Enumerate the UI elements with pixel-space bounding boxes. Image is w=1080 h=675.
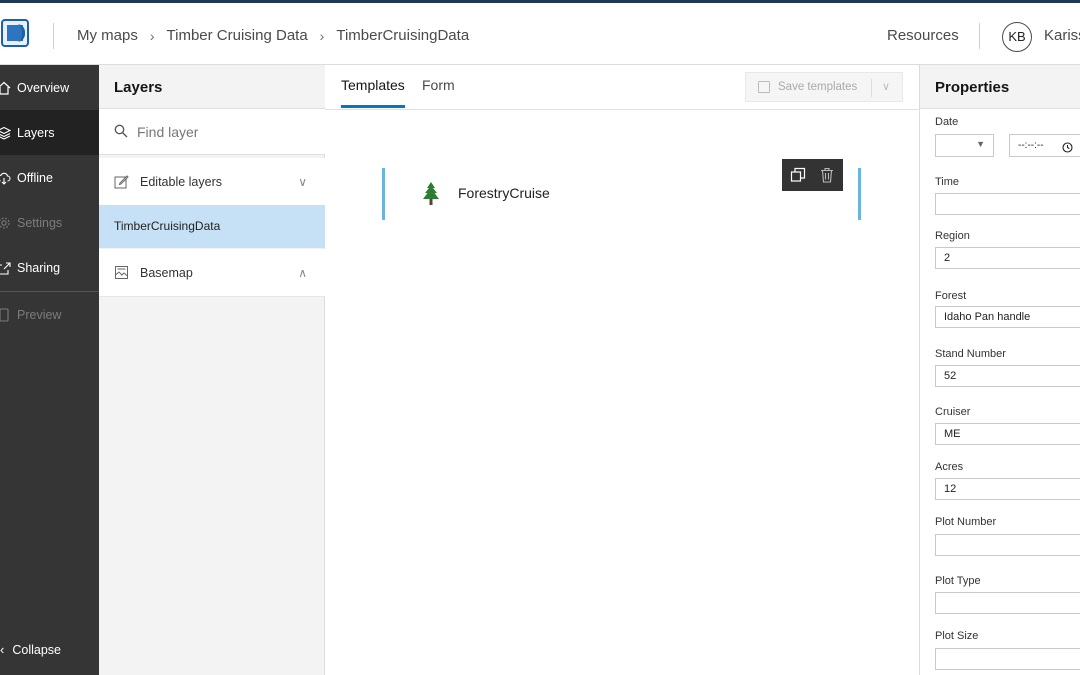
field-label-plot-type: Plot Type (935, 575, 981, 587)
nav-label: Sharing (17, 260, 61, 275)
collapse-button[interactable]: ‹ Collapse (0, 642, 61, 657)
cruiser-field[interactable]: ME (935, 423, 1080, 445)
breadcrumb: My maps › Timber Cruising Data › TimberC… (77, 27, 469, 44)
breadcrumb-map[interactable]: Timber Cruising Data (167, 27, 308, 44)
nav-item-settings: Settings (0, 200, 99, 245)
basemap-icon (114, 265, 129, 283)
chevron-up-icon: ∧ (298, 265, 307, 280)
template-toolbar (782, 159, 843, 191)
stand-number-field[interactable]: 52 (935, 365, 1080, 387)
field-label-forest: Forest (935, 290, 967, 302)
acres-field[interactable]: 12 (935, 478, 1080, 500)
tree-icon (420, 181, 442, 207)
nav-item-sharing[interactable]: Sharing (0, 245, 99, 290)
breadcrumb-my-maps[interactable]: My maps (77, 27, 138, 44)
plot-size-field[interactable] (935, 648, 1080, 670)
chevron-right-icon: › (149, 27, 155, 44)
date-time-input[interactable]: --:--:-- (1009, 134, 1080, 157)
search-icon (114, 124, 128, 143)
topbar-divider (53, 23, 54, 49)
properties-panel: Properties Date ▼ --:--:-- Time Region 2… (919, 65, 1080, 675)
field-label-cruiser: Cruiser (935, 406, 971, 418)
date-dropdown[interactable]: ▼ (935, 134, 994, 157)
nav-label: Layers (17, 125, 55, 140)
field-label-plot-number: Plot Number (935, 516, 997, 528)
topbar-divider (979, 23, 980, 49)
trash-icon[interactable] (819, 167, 835, 183)
collapse-label: Collapse (12, 642, 61, 657)
phone-icon (0, 307, 11, 322)
plot-type-field[interactable] (935, 592, 1080, 614)
template-name: ForestryCruise (458, 185, 550, 201)
chevron-down-icon: ▼ (976, 139, 985, 149)
home-icon (0, 81, 11, 95)
field-label-time: Time (935, 176, 960, 188)
find-layer-row (99, 109, 325, 155)
nav-item-layers[interactable]: Layers (0, 110, 99, 155)
layers-icon (0, 126, 12, 140)
time-field[interactable] (935, 193, 1080, 215)
button-divider (871, 79, 872, 97)
left-nav: Overview Layers Offline Settings Sharing (0, 65, 99, 675)
template-card-border (858, 168, 861, 220)
field-label-plot-size: Plot Size (935, 630, 979, 642)
editable-layers-label: Editable layers (140, 174, 222, 189)
field-label-region: Region (935, 230, 970, 242)
resources-link[interactable]: Resources (887, 27, 959, 44)
layers-header: Layers (99, 65, 325, 109)
chevron-down-icon: ∨ (882, 81, 891, 93)
region-field[interactable]: 2 (935, 247, 1080, 269)
avatar[interactable]: KB (1002, 22, 1032, 52)
nav-item-overview[interactable]: Overview (0, 65, 99, 110)
gear-icon (0, 216, 11, 230)
field-label-stand-number: Stand Number (935, 348, 1006, 360)
properties-header: Properties (920, 65, 1080, 109)
time-placeholder: --:--:-- (1018, 140, 1044, 151)
top-bar: My maps › Timber Cruising Data › TimberC… (0, 0, 1080, 65)
clock-icon (1062, 140, 1073, 161)
layers-panel: Layers Editable layers ∨ TimberCruisingD… (99, 65, 325, 675)
cloud-download-icon (0, 171, 11, 185)
breadcrumb-layer: TimberCruisingData (336, 27, 470, 44)
save-templates-label: Save templates (778, 81, 858, 93)
chevron-down-icon: ∨ (298, 174, 307, 189)
template-card-border (382, 168, 385, 220)
save-icon (758, 81, 770, 93)
basemap-group[interactable]: Basemap ∧ (99, 249, 325, 297)
properties-title: Properties (935, 79, 1010, 96)
save-templates-button: Save templates ∨ (745, 72, 903, 102)
plot-number-field[interactable] (935, 534, 1080, 556)
tab-form[interactable]: Form (422, 77, 455, 105)
layer-item-selected[interactable]: TimberCruisingData (99, 205, 325, 248)
editable-layers-group[interactable]: Editable layers ∨ (99, 158, 325, 206)
nav-label: Preview (17, 307, 62, 322)
nav-label: Overview (17, 80, 70, 95)
user-name[interactable]: Kariss (1044, 27, 1080, 44)
tab-bar: Templates Form Save templates ∨ (325, 65, 919, 110)
field-label-date: Date (935, 116, 959, 128)
nav-item-offline[interactable]: Offline (0, 155, 99, 200)
nav-label: Offline (17, 170, 53, 185)
field-label-acres: Acres (935, 461, 964, 473)
app-window: My maps › Timber Cruising Data › TimberC… (0, 0, 1080, 675)
basemap-label: Basemap (140, 265, 193, 280)
chevron-left-icon: ‹ (0, 642, 5, 657)
templates-area: Templates Form Save templates ∨ Forestry… (325, 65, 919, 675)
tab-templates[interactable]: Templates (341, 77, 405, 108)
template-card[interactable]: ForestryCruise (382, 159, 862, 220)
copy-icon[interactable] (790, 167, 806, 183)
share-icon (0, 261, 11, 275)
chevron-right-icon: › (319, 27, 325, 44)
find-layer-input[interactable] (137, 121, 317, 143)
edit-icon (114, 174, 129, 192)
forest-field[interactable]: Idaho Pan handle (935, 306, 1080, 328)
app-logo-icon[interactable] (1, 19, 29, 47)
layers-title: Layers (114, 79, 163, 96)
nav-label: Settings (17, 215, 63, 230)
nav-item-preview: Preview (0, 292, 99, 337)
